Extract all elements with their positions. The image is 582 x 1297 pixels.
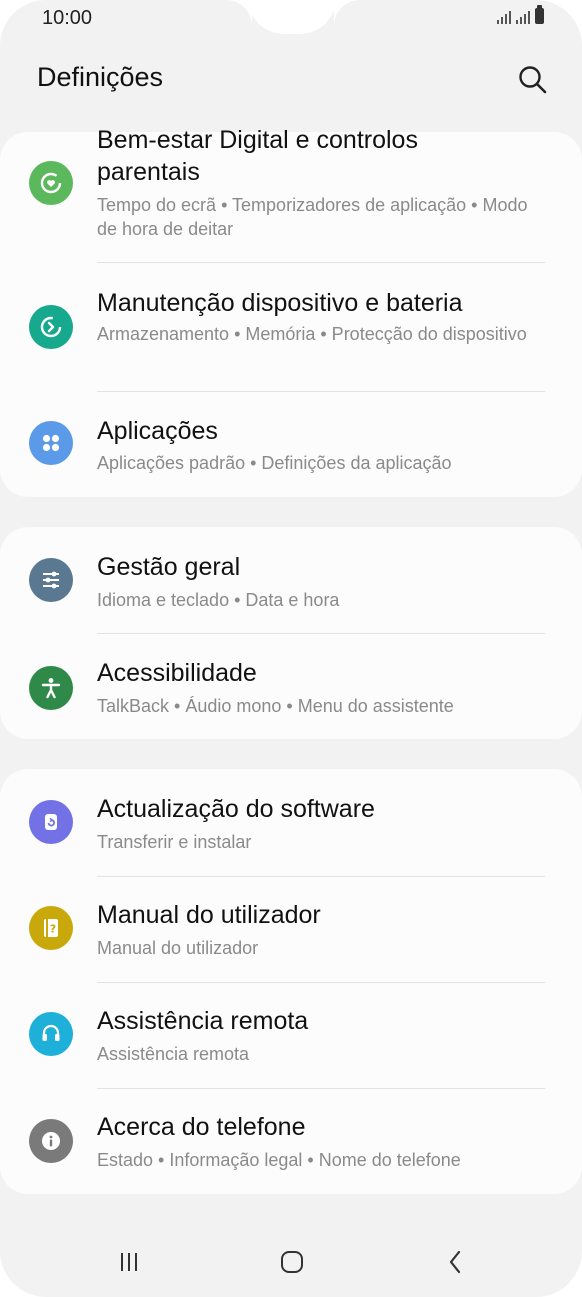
search-icon	[519, 66, 547, 94]
accessibility-icon	[29, 666, 73, 710]
recent-apps-icon	[121, 1253, 137, 1271]
item-subtitle: Assistência remota	[97, 1044, 250, 1064]
item-title: Aplicações	[97, 417, 218, 445]
device-care-icon	[29, 305, 73, 349]
home-button[interactable]	[276, 1244, 308, 1280]
battery-icon	[535, 5, 544, 24]
signal-icon	[497, 10, 511, 24]
settings-group-1: Bem-estar Digital e controlos parentais …	[0, 126, 582, 497]
item-subtitle: Estado • Informação legal • Nome do tele…	[97, 1150, 461, 1170]
item-subtitle: Tempo do ecrã • Temporizadores de aplica…	[97, 195, 528, 239]
back-icon	[449, 1250, 461, 1274]
item-title: Acerca do telefone	[97, 1113, 306, 1141]
settings-item-software-update[interactable]: Actualização do software Transferir e in…	[0, 769, 582, 876]
item-title: parentais	[97, 158, 200, 186]
item-subtitle: TalkBack • Áudio mono • Menu do assisten…	[97, 696, 454, 716]
settings-screen: 10:00 Definições Bem-estar Digital e con…	[0, 0, 582, 1297]
settings-item-accessibility[interactable]: Acessibilidade TalkBack • Áudio mono • M…	[0, 634, 582, 739]
navigation-bar	[0, 1230, 582, 1294]
settings-group-3: Actualização do software Transferir e in…	[0, 769, 582, 1194]
digital-wellbeing-icon	[29, 161, 73, 205]
settings-item-about-phone[interactable]: Acerca do telefone Estado • Informação l…	[0, 1089, 582, 1194]
item-subtitle: Armazenamento • Memória • Protecção do d…	[97, 324, 527, 344]
settings-item-digital-wellbeing[interactable]: Bem-estar Digital e controlos parentais …	[0, 126, 582, 262]
user-manual-icon: ?	[29, 906, 73, 950]
back-button[interactable]	[440, 1244, 472, 1280]
item-title: Manual do utilizador	[97, 901, 321, 929]
item-subtitle: Transferir e instalar	[97, 832, 252, 852]
status-time: 10:00	[42, 7, 93, 29]
recent-apps-button[interactable]	[113, 1244, 145, 1280]
item-title: Actualização do software	[97, 795, 375, 823]
item-title: Bem-estar Digital e controlos	[97, 126, 418, 154]
apps-icon	[29, 421, 73, 465]
settings-item-apps[interactable]: Aplicações Aplicações padrão • Definiçõe…	[0, 392, 582, 497]
item-title: Assistência remota	[97, 1007, 309, 1035]
settings-item-user-manual[interactable]: Manual do utilizador Manual do utilizado…	[0, 877, 582, 982]
item-title: Gestão geral	[97, 553, 241, 581]
item-subtitle: Aplicações padrão • Definições da aplica…	[97, 453, 452, 473]
settings-item-device-care[interactable]: Manutenção dispositivo e bateria Armazen…	[0, 263, 582, 391]
item-title: Acessibilidade	[97, 659, 257, 687]
about-phone-icon	[29, 1119, 73, 1163]
item-subtitle: Manual do utilizador	[97, 938, 259, 958]
settings-group-2: Gestão geral Idioma e teclado • Data e h…	[0, 527, 582, 739]
general-management-icon	[29, 558, 73, 602]
item-subtitle: Idioma e teclado • Data e hora	[97, 590, 340, 610]
remote-support-icon	[29, 1012, 73, 1056]
software-update-icon	[29, 800, 73, 844]
svg-text:?: ?	[50, 923, 56, 936]
settings-item-remote-support[interactable]: Assistência remota Assistência remota	[0, 983, 582, 1088]
signal-icon	[516, 10, 530, 24]
page-title: Definições	[37, 62, 164, 92]
status-bar: 10:00	[0, 0, 582, 38]
camera-notch	[248, 0, 336, 34]
settings-item-general-management[interactable]: Gestão geral Idioma e teclado • Data e h…	[0, 527, 582, 633]
search-button[interactable]	[516, 63, 550, 97]
item-title: Manutenção dispositivo e bateria	[97, 289, 463, 317]
home-icon	[281, 1251, 303, 1273]
